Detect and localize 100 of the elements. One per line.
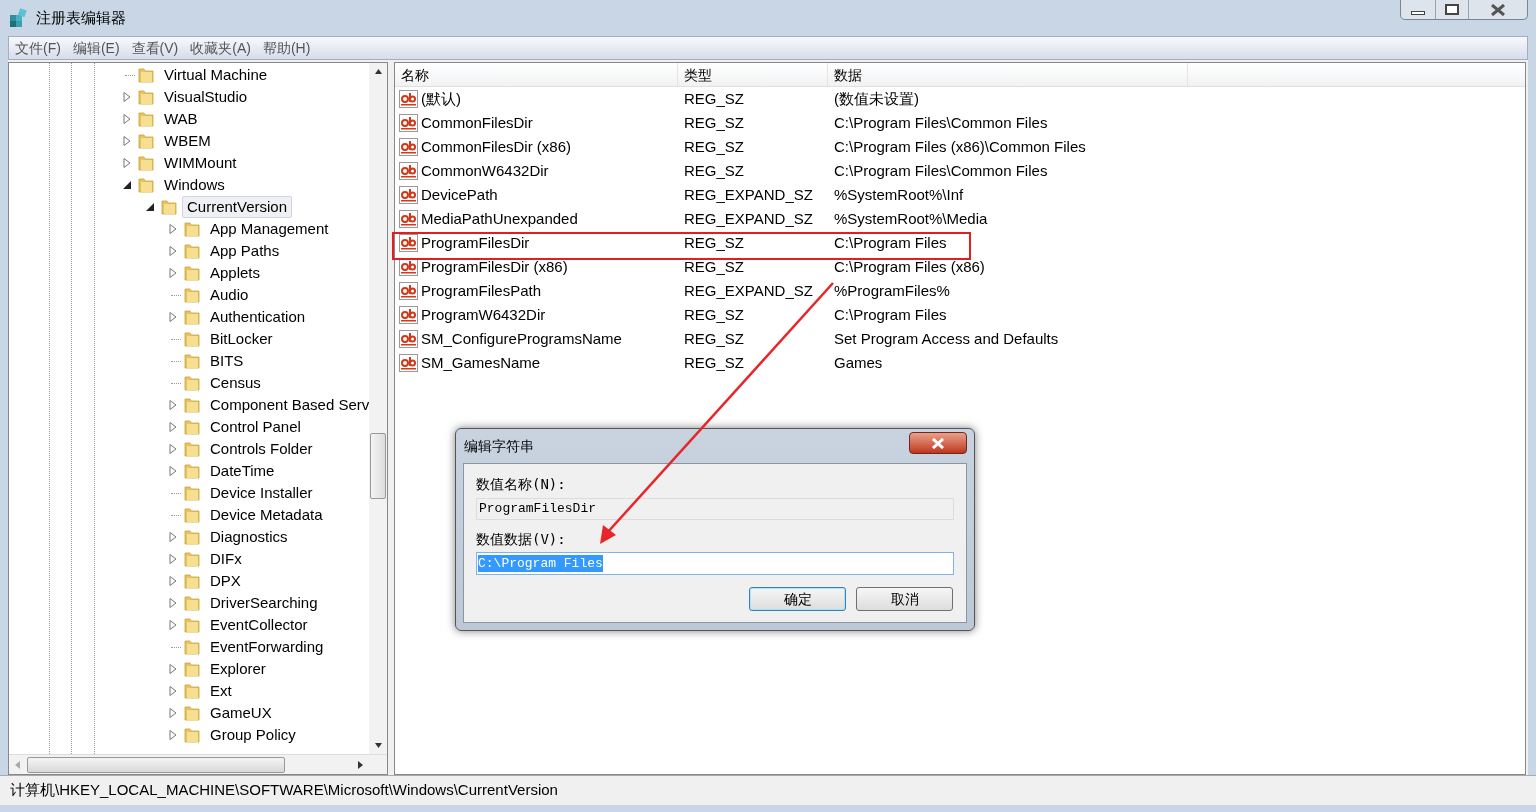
expand-icon[interactable] bbox=[122, 136, 132, 146]
expand-icon[interactable] bbox=[168, 730, 178, 740]
value-type: REG_SZ bbox=[683, 136, 745, 157]
expand-icon[interactable] bbox=[168, 598, 178, 608]
menu-item[interactable]: 编辑(E) bbox=[66, 37, 126, 59]
scrollbar-thumb[interactable] bbox=[370, 433, 386, 499]
tree-item[interactable]: Windows bbox=[159, 174, 230, 196]
close-button[interactable] bbox=[909, 432, 967, 454]
tree-item[interactable]: GameUX bbox=[205, 702, 277, 724]
folder-icon bbox=[137, 154, 155, 172]
folder-icon bbox=[183, 286, 201, 304]
tree-item[interactable]: WBEM bbox=[159, 130, 216, 152]
value-type: REG_SZ bbox=[683, 232, 745, 253]
tree-item[interactable]: Explorer bbox=[205, 658, 271, 680]
value-data: Set Program Access and Defaults bbox=[833, 328, 1059, 349]
vertical-scrollbar[interactable] bbox=[369, 63, 387, 754]
horizontal-scrollbar[interactable] bbox=[9, 754, 387, 774]
expand-icon[interactable] bbox=[168, 620, 178, 630]
value-data: %SystemRoot%\Media bbox=[833, 208, 988, 229]
tree-item[interactable]: Virtual Machine bbox=[159, 64, 273, 86]
expand-icon[interactable] bbox=[122, 92, 132, 102]
tree-item[interactable]: Group Policy bbox=[205, 724, 301, 746]
tree-item[interactable]: DPX bbox=[205, 570, 246, 592]
menu-item[interactable]: 帮助(H) bbox=[256, 37, 317, 59]
tree-item[interactable]: BitLocker bbox=[205, 328, 278, 350]
menu-item[interactable]: 文件(F) bbox=[9, 37, 67, 59]
folder-icon bbox=[183, 462, 201, 480]
tree-item[interactable]: WAB bbox=[159, 108, 203, 130]
menu-item[interactable]: 收藏夹(A) bbox=[184, 37, 257, 59]
cancel-button[interactable]: 取消 bbox=[856, 587, 953, 611]
tree-item[interactable]: EventCollector bbox=[205, 614, 313, 636]
value-name[interactable]: ProgramFilesDir bbox=[421, 231, 530, 255]
value-name[interactable]: SM_ConfigureProgramsName bbox=[421, 327, 622, 351]
value-name[interactable]: ProgramFilesDir (x86) bbox=[421, 255, 568, 279]
menu-item[interactable]: 查看(V) bbox=[125, 37, 185, 59]
expand-icon[interactable] bbox=[168, 686, 178, 696]
tree-item[interactable]: App Paths bbox=[205, 240, 285, 262]
column-header[interactable]: 类型 bbox=[678, 63, 828, 86]
expand-icon[interactable] bbox=[168, 246, 178, 256]
tree-item[interactable]: Component Based Serv bbox=[205, 394, 369, 416]
expand-icon[interactable] bbox=[168, 532, 178, 542]
tree-item[interactable]: Applets bbox=[205, 262, 266, 284]
close-icon bbox=[1490, 3, 1506, 16]
folder-icon bbox=[137, 66, 155, 84]
column-header[interactable]: 名称 bbox=[395, 63, 678, 86]
tree-item[interactable]: DateTime bbox=[205, 460, 280, 482]
value-name[interactable]: (默认) bbox=[421, 87, 461, 111]
expand-icon[interactable] bbox=[168, 466, 178, 476]
folder-icon bbox=[183, 352, 201, 370]
expand-icon[interactable] bbox=[122, 114, 132, 124]
expand-icon[interactable] bbox=[168, 576, 178, 586]
expand-icon[interactable] bbox=[168, 422, 178, 432]
folder-icon bbox=[183, 220, 201, 238]
expand-icon[interactable] bbox=[168, 708, 178, 718]
value-name[interactable]: ProgramW6432Dir bbox=[421, 303, 546, 327]
tree-item[interactable]: Audio bbox=[205, 284, 254, 306]
value-data: Games bbox=[833, 352, 883, 373]
tree-item[interactable]: Device Installer bbox=[205, 482, 318, 504]
expand-icon[interactable] bbox=[168, 664, 178, 674]
collapse-icon[interactable] bbox=[145, 202, 155, 212]
value-name[interactable]: SM_GamesName bbox=[421, 351, 541, 375]
tree-item[interactable]: BITS bbox=[205, 350, 249, 372]
field-label: 数值名称(N): bbox=[476, 475, 567, 494]
tree-item[interactable]: Authentication bbox=[205, 306, 311, 328]
expand-icon[interactable] bbox=[168, 444, 178, 454]
value-name-field[interactable]: ProgramFilesDir bbox=[476, 498, 954, 520]
collapse-icon[interactable] bbox=[122, 180, 132, 190]
string-value-icon bbox=[399, 162, 418, 180]
tree-item[interactable]: Device Metadata bbox=[205, 504, 328, 526]
folder-icon bbox=[183, 638, 201, 656]
tree-item[interactable]: Diagnostics bbox=[205, 526, 293, 548]
tree-item[interactable]: Ext bbox=[205, 680, 237, 702]
folder-icon bbox=[183, 660, 201, 678]
value-name[interactable]: DevicePath bbox=[421, 183, 498, 207]
value-name[interactable]: CommonFilesDir (x86) bbox=[421, 135, 572, 159]
expand-icon[interactable] bbox=[122, 158, 132, 168]
tree-item[interactable]: CurrentVersion bbox=[182, 196, 293, 218]
expand-icon[interactable] bbox=[168, 554, 178, 564]
tree-item[interactable]: Controls Folder bbox=[205, 438, 318, 460]
value-name[interactable]: ProgramFilesPath bbox=[421, 279, 542, 303]
expand-icon[interactable] bbox=[168, 400, 178, 410]
string-value-icon bbox=[399, 282, 418, 300]
tree-item[interactable]: App Management bbox=[205, 218, 334, 240]
tree-item[interactable]: VisualStudio bbox=[159, 86, 253, 108]
value-name[interactable]: CommonFilesDir bbox=[421, 111, 533, 135]
tree-item[interactable]: WIMMount bbox=[159, 152, 242, 174]
value-name[interactable]: CommonW6432Dir bbox=[421, 159, 549, 183]
ok-button[interactable]: 确定 bbox=[749, 587, 846, 611]
tree-item[interactable]: DriverSearching bbox=[205, 592, 323, 614]
tree-item[interactable]: DIFx bbox=[205, 548, 247, 570]
scrollbar-thumb[interactable] bbox=[27, 756, 285, 773]
value-name[interactable]: MediaPathUnexpanded bbox=[421, 207, 578, 231]
expand-icon[interactable] bbox=[168, 312, 178, 322]
value-data: C:\Program Files bbox=[833, 304, 947, 325]
expand-icon[interactable] bbox=[168, 224, 178, 234]
tree-item[interactable]: Control Panel bbox=[205, 416, 306, 438]
tree-item[interactable]: Census bbox=[205, 372, 266, 394]
expand-icon[interactable] bbox=[168, 268, 178, 278]
tree-item[interactable]: EventForwarding bbox=[205, 636, 329, 658]
column-header[interactable]: 数据 bbox=[828, 63, 1188, 86]
